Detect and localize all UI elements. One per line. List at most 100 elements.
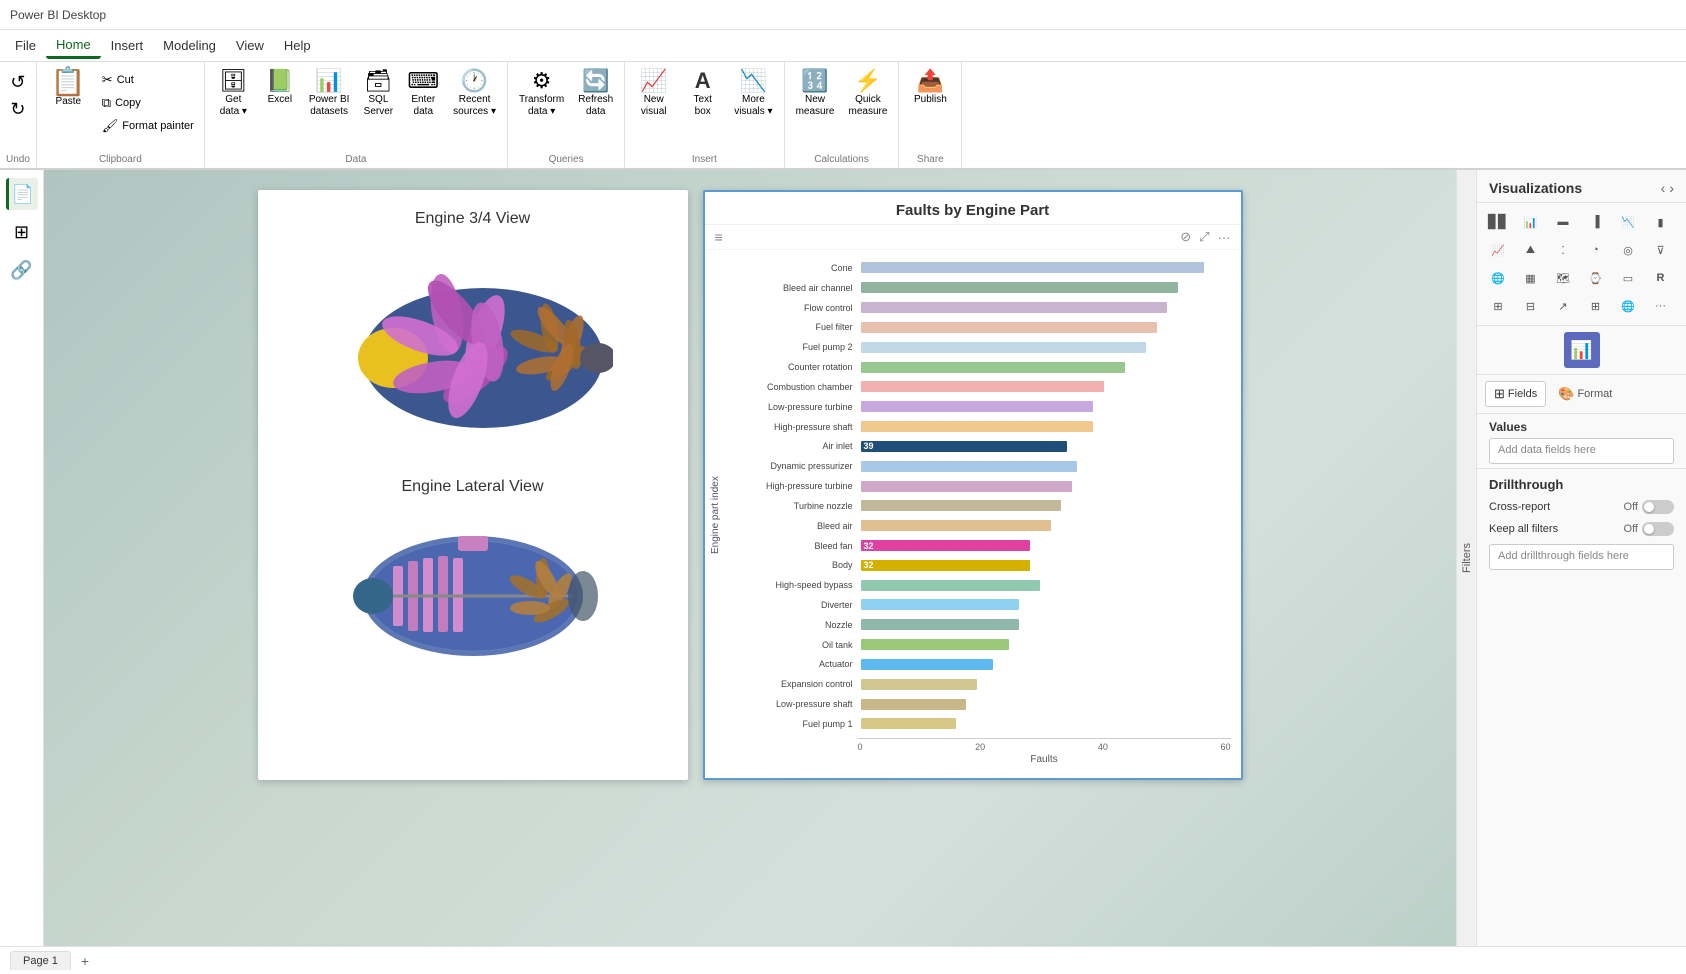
menu-help[interactable]: Help xyxy=(274,34,321,57)
viz-100pct-bar[interactable]: ▬ xyxy=(1550,209,1576,235)
clipboard-label: Clipboard xyxy=(43,154,198,168)
filter-icon[interactable]: ⊘ xyxy=(1180,229,1191,245)
viz-r-script[interactable]: R xyxy=(1648,265,1674,291)
viz-panel-back[interactable]: ‹ xyxy=(1661,180,1666,196)
power-bi-datasets-button[interactable]: 📊 Power BIdatasets xyxy=(304,64,355,122)
bar-fill xyxy=(861,342,1146,353)
cross-report-label: Cross-report xyxy=(1489,501,1550,513)
viz-clustered-col[interactable]: 📉 xyxy=(1615,209,1641,235)
page-tab-1[interactable]: Page 1 xyxy=(10,951,71,970)
viz-map[interactable]: 🌐 xyxy=(1485,265,1511,291)
viz-treemap[interactable]: ▦ xyxy=(1518,265,1544,291)
menu-home[interactable]: Home xyxy=(46,33,101,59)
bar-fill xyxy=(861,679,977,690)
viz-card[interactable]: ▭ xyxy=(1615,265,1641,291)
bar-track xyxy=(861,619,1231,630)
viz-slicer[interactable]: ⊞ xyxy=(1583,293,1609,319)
refresh-data-button[interactable]: 🔄 Refreshdata xyxy=(573,64,618,122)
bar-row: Diverter xyxy=(728,598,1231,611)
viz-pie[interactable]: ◔ xyxy=(1583,237,1609,263)
bar-row: Bleed fan32 xyxy=(728,539,1231,552)
bar-fill xyxy=(861,500,1062,511)
get-data-button[interactable]: 🗄 Getdata ▾ xyxy=(211,64,256,122)
viz-stacked-bar[interactable]: ▊▊ xyxy=(1485,209,1511,235)
copy-button[interactable]: ⧉ Copy xyxy=(98,93,198,113)
bar-row: Fuel pump 2 xyxy=(728,341,1231,354)
more-visuals-button[interactable]: 📉 Morevisuals ▾ xyxy=(729,64,777,122)
bar-label: Body xyxy=(728,560,858,570)
menu-modeling[interactable]: Modeling xyxy=(153,34,226,57)
menu-insert[interactable]: Insert xyxy=(101,34,154,57)
bar-label: Bleed air xyxy=(728,521,858,531)
drillthrough-drop-zone[interactable]: Add drillthrough fields here xyxy=(1489,544,1674,570)
canvas-area: Engine 3/4 View xyxy=(44,170,1456,946)
viz-panel-header: Visualizations ‹ › xyxy=(1477,170,1686,203)
viz-table[interactable]: ⊞ xyxy=(1485,293,1511,319)
viz-gauge[interactable]: ⌚ xyxy=(1583,265,1609,291)
cut-button[interactable]: ✂ Cut xyxy=(98,70,198,90)
sql-server-button[interactable]: 🗃 SQLServer xyxy=(358,64,398,122)
sidebar-report-icon[interactable]: 📄 xyxy=(6,178,38,210)
add-page-button[interactable]: + xyxy=(73,951,97,971)
bar-label: Diverter xyxy=(728,600,858,610)
chart-toolbar: ≡ ⊘ ⤢ ··· xyxy=(705,225,1241,250)
viz-area[interactable]: ⛰ xyxy=(1518,237,1544,263)
new-measure-button[interactable]: 🔢 Newmeasure xyxy=(791,64,840,122)
new-visual-button[interactable]: 📈 Newvisual xyxy=(631,64,676,122)
bar-row: Bleed air channel xyxy=(728,281,1231,294)
bar-label: Bleed fan xyxy=(728,541,858,551)
sidebar-table-icon[interactable]: ⊞ xyxy=(6,216,38,248)
menu-view[interactable]: View xyxy=(226,34,274,57)
bar-fill xyxy=(861,322,1157,333)
keep-filters-toggle[interactable]: Off xyxy=(1624,522,1674,536)
menu-file[interactable]: File xyxy=(5,34,46,57)
bar-fill xyxy=(861,481,1072,492)
excel-button[interactable]: 📗 Excel xyxy=(260,64,300,109)
bar-label: Actuator xyxy=(728,659,858,669)
redo-button[interactable]: ↻ xyxy=(6,97,29,122)
more-options-icon[interactable]: ··· xyxy=(1218,230,1231,245)
viz-donut[interactable]: ◎ xyxy=(1615,237,1641,263)
bar-label: High-speed bypass xyxy=(728,580,858,590)
viz-stacked-col[interactable]: ▐ xyxy=(1583,209,1609,235)
format-painter-button[interactable]: 🖌 Format painter xyxy=(98,116,198,136)
viz-matrix[interactable]: ⊟ xyxy=(1518,293,1544,319)
fields-tab[interactable]: ⊞ Fields xyxy=(1485,381,1546,407)
bar-track xyxy=(861,262,1231,273)
bar-row: Fuel pump 1 xyxy=(728,717,1231,730)
viz-kpi[interactable]: ↗ xyxy=(1550,293,1576,319)
cross-report-toggle[interactable]: Off xyxy=(1624,500,1674,514)
viz-100pct-col[interactable]: ▮ xyxy=(1648,209,1674,235)
bar-fill xyxy=(861,262,1205,273)
bar-label: Nozzle xyxy=(728,620,858,630)
transform-data-button[interactable]: ⚙ Transformdata ▾ xyxy=(514,64,569,122)
values-drop-zone[interactable]: Add data fields here xyxy=(1489,438,1674,464)
viz-panel-forward[interactable]: › xyxy=(1669,180,1674,196)
bar-label: Fuel pump 1 xyxy=(728,719,858,729)
quick-measure-button[interactable]: ⚡ Quickmeasure xyxy=(843,64,892,122)
bar-row: Turbine nozzle xyxy=(728,499,1231,512)
bar-label: Cone xyxy=(728,263,858,273)
viz-line[interactable]: 📈 xyxy=(1485,237,1511,263)
ribbon-group-insert: 📈 Newvisual A Textbox 📉 Morevisuals ▾ In… xyxy=(625,62,784,168)
drag-icon[interactable]: ≡ xyxy=(715,229,723,245)
bar-row: High-pressure turbine xyxy=(728,480,1231,493)
sidebar-model-icon[interactable]: 🔗 xyxy=(6,254,38,286)
paste-button[interactable]: 📋 Paste xyxy=(43,64,94,111)
viz-scatter[interactable]: ⁚ xyxy=(1550,237,1576,263)
recent-sources-button[interactable]: 🕐 Recentsources ▾ xyxy=(448,64,501,122)
engine-views-card: Engine 3/4 View xyxy=(258,190,688,780)
publish-button[interactable]: 📤 Publish xyxy=(905,64,955,109)
viz-arcgis[interactable]: 🌐 xyxy=(1615,293,1641,319)
enter-data-button[interactable]: ⌨ Enterdata xyxy=(402,64,444,122)
selected-viz-preview: 📊 xyxy=(1477,326,1686,375)
viz-filled-map[interactable]: 🗺 xyxy=(1550,265,1576,291)
bar-row: Flow control xyxy=(728,301,1231,314)
viz-clustered-bar[interactable]: 📊 xyxy=(1518,209,1544,235)
format-tab[interactable]: 🎨 Format xyxy=(1550,381,1620,407)
viz-more[interactable]: ··· xyxy=(1648,293,1674,319)
viz-funnel[interactable]: ⊽ xyxy=(1648,237,1674,263)
expand-icon[interactable]: ⤢ xyxy=(1199,229,1209,245)
undo-button[interactable]: ↺ xyxy=(6,70,29,95)
text-box-button[interactable]: A Textbox xyxy=(680,64,725,122)
